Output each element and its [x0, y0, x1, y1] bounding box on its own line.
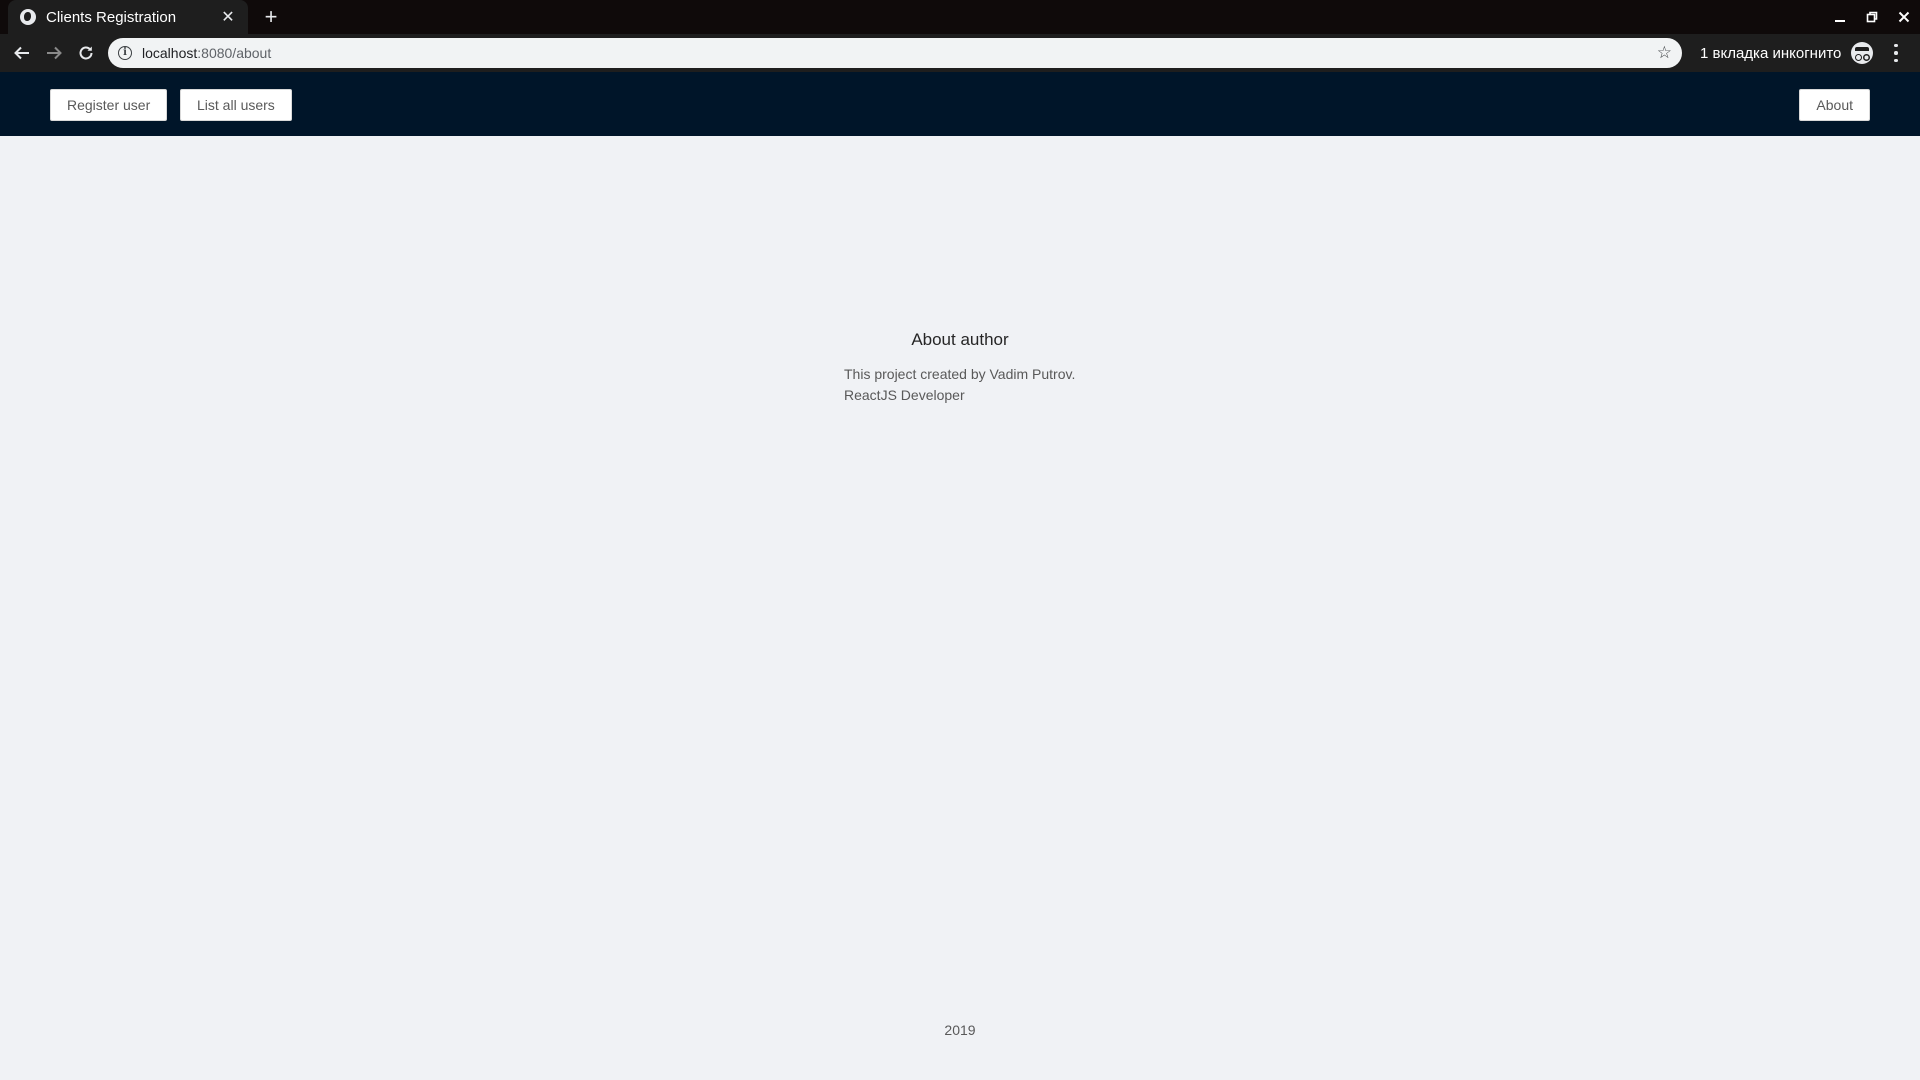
globe-icon: [20, 9, 36, 25]
address-bar[interactable]: i localhost:8080/about ☆: [108, 38, 1682, 68]
incognito-label: 1 вкладка инкогнито: [1700, 44, 1842, 62]
window-controls: [1824, 0, 1920, 34]
arrow-left-icon: [14, 46, 29, 60]
about-author-line: This project created by Vadim Putrov.: [844, 366, 1076, 382]
browser-tab[interactable]: Clients Registration ✕: [8, 0, 248, 34]
reload-button[interactable]: [70, 37, 102, 69]
incognito-indicator[interactable]: 1 вкладка инкогнито: [1700, 34, 1874, 72]
list-all-users-button[interactable]: List all users: [180, 89, 292, 121]
app-navbar: Register user List all users About: [0, 72, 1920, 136]
reload-icon: [79, 46, 93, 60]
forward-button[interactable]: [38, 37, 70, 69]
browser-tab-bar: Clients Registration ✕ +: [0, 0, 1920, 34]
about-role-line: ReactJS Developer: [844, 387, 965, 403]
info-icon[interactable]: i: [118, 46, 132, 60]
url-path: :8080/about: [197, 45, 272, 61]
bookmark-star-icon[interactable]: ☆: [1657, 43, 1672, 63]
browser-toolbar: i localhost:8080/about ☆: [0, 34, 1920, 72]
menu-dot: [1894, 58, 1898, 63]
back-button[interactable]: [6, 37, 38, 69]
tab-title: Clients Registration: [46, 8, 177, 26]
footer-year: 2019: [944, 1022, 976, 1038]
menu-dot: [1894, 43, 1898, 48]
incognito-icon: [1851, 42, 1874, 64]
tab-close-icon[interactable]: ✕: [220, 7, 236, 27]
new-tab-button[interactable]: +: [258, 4, 284, 30]
minimize-button[interactable]: [1824, 0, 1856, 34]
browser-menu-button[interactable]: [1886, 42, 1906, 64]
restore-button[interactable]: [1856, 0, 1888, 34]
register-user-button[interactable]: Register user: [50, 89, 168, 121]
url-host: localhost: [142, 45, 198, 61]
about-title: About author: [911, 330, 1009, 349]
arrow-right-icon: [47, 46, 62, 60]
about-button[interactable]: About: [1799, 89, 1870, 121]
main-content: About author This project created by Vad…: [0, 136, 1920, 1080]
menu-dot: [1894, 51, 1898, 55]
close-window-button[interactable]: [1888, 0, 1920, 34]
about-section: About author This project created by Vad…: [844, 330, 1076, 406]
url-text[interactable]: localhost:8080/about: [142, 45, 1657, 61]
